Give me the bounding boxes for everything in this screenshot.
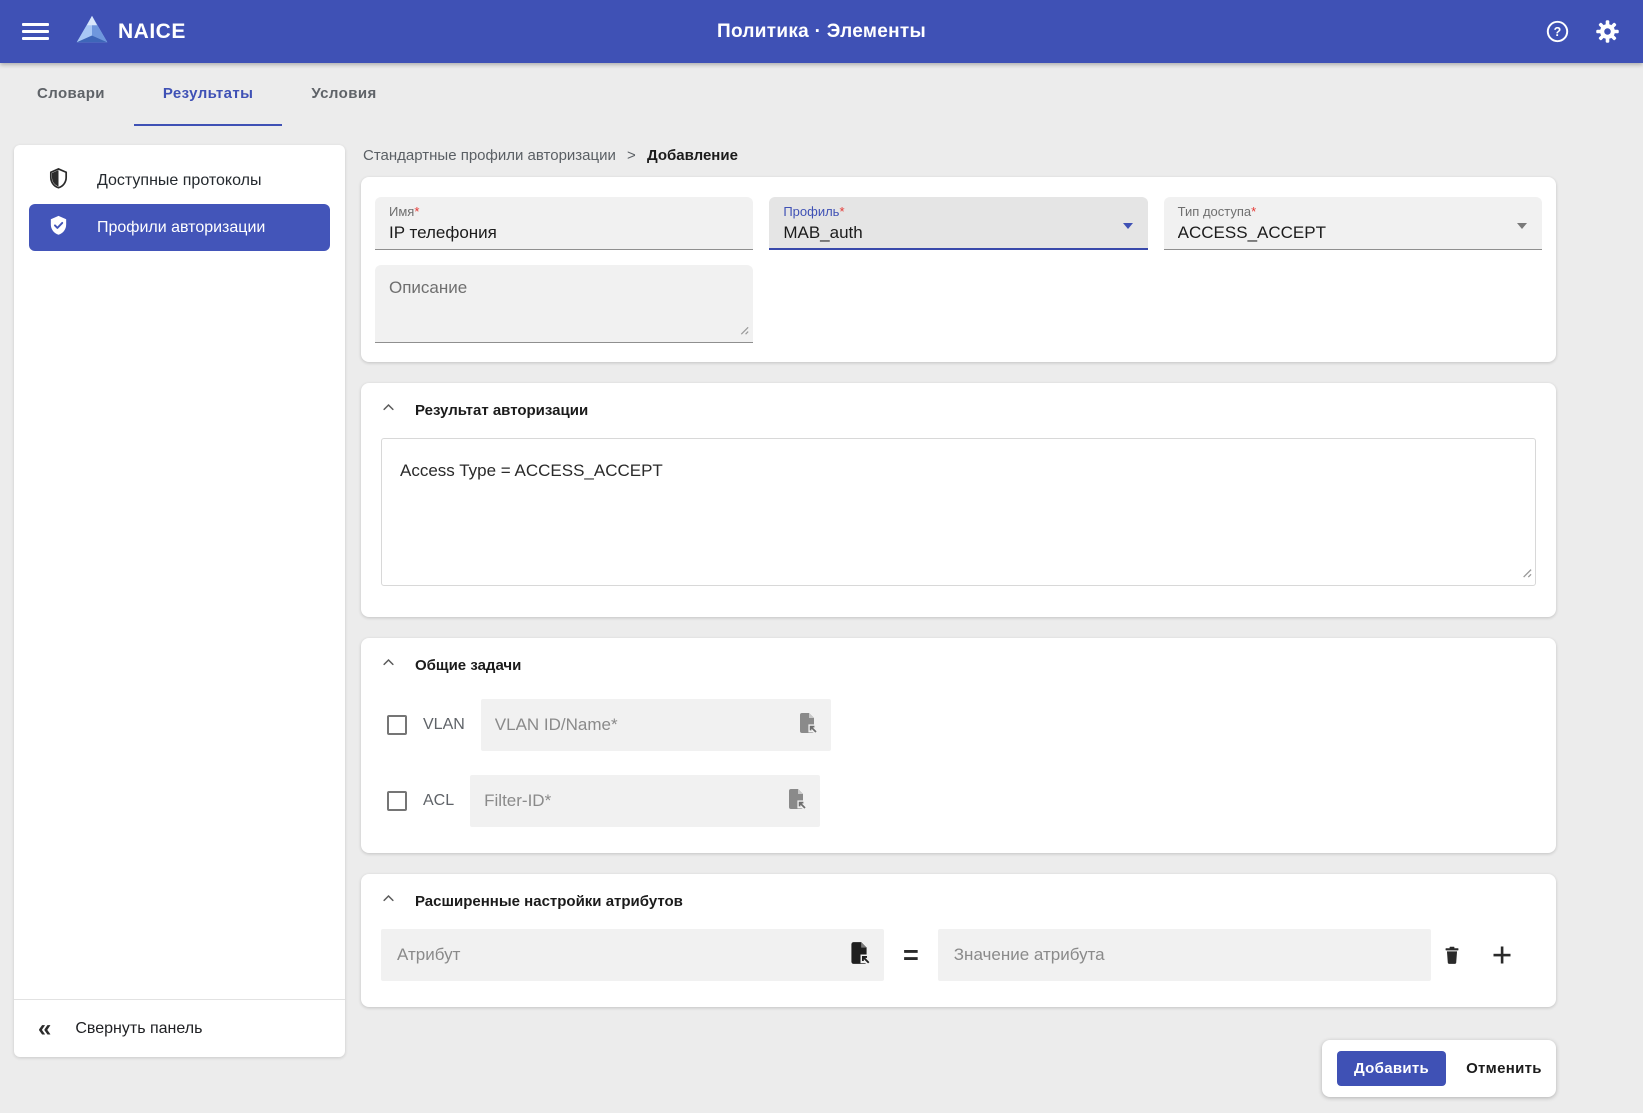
file-import-icon[interactable] [795,711,819,740]
shield-icon [47,167,70,195]
add-attribute-plus-icon[interactable] [1490,943,1514,967]
dropdown-arrow-icon[interactable] [1123,223,1133,229]
advanced-attributes-card: Расширенные настройки атрибутов = [361,874,1556,1007]
svg-text:?: ? [1554,25,1562,39]
help-icon[interactable]: ? [1545,19,1570,44]
profile-field-label: Профиль* [783,204,1133,219]
logo-text: NAICE [118,20,186,44]
common-tasks-card: Общие задачи VLAN [361,638,1556,853]
sidebar-panel: Доступные протоколы Профили авторизации … [14,145,345,1057]
attribute-input[interactable] [397,945,846,965]
attribute-field[interactable] [381,929,884,981]
vlan-id-field[interactable] [481,699,831,751]
add-button[interactable]: Добавить [1337,1051,1446,1086]
sidebar-item-authorization-profiles[interactable]: Профили авторизации [29,204,330,251]
acl-task-row: ACL [387,775,1542,827]
access-type-field-label: Тип доступа* [1178,204,1528,219]
common-tasks-section-header[interactable]: Общие задачи [375,655,1542,675]
acl-checkbox-label: ACL [423,792,454,810]
equals-sign: = [903,940,919,971]
required-mark: * [1251,204,1256,219]
filter-id-field[interactable] [470,775,820,827]
breadcrumb-parent[interactable]: Стандартные профили авторизации [363,147,616,164]
page-title: Политика · Элементы [717,21,926,43]
attribute-value-input[interactable] [954,945,1419,965]
auth-result-section-header[interactable]: Результат авторизации [375,400,1542,420]
menu-icon[interactable] [22,19,49,44]
tab-bar: Словари Результаты Условия [0,63,1643,126]
cancel-button[interactable]: Отменить [1466,1060,1542,1077]
form-actions-card: Добавить Отменить [1322,1040,1556,1097]
sidebar-item-label: Профили авторизации [97,219,265,237]
attribute-row: = [381,929,1536,981]
required-mark: * [414,204,419,219]
description-textarea[interactable] [375,265,753,343]
access-type-select-field[interactable]: Тип доступа* [1164,197,1542,250]
app-bar: NAICE Политика · Элементы ? [0,0,1643,63]
tab-dictionaries[interactable]: Словари [8,63,134,126]
collapse-panel-button[interactable]: « Свернуть панель [14,1000,345,1057]
file-import-icon[interactable] [784,787,808,816]
access-type-select-value[interactable] [1178,223,1493,243]
required-mark: * [839,204,844,219]
advanced-section-title: Расширенные настройки атрибутов [415,893,683,910]
vlan-id-input[interactable] [495,715,795,735]
collapse-panel-label: Свернуть панель [75,1020,202,1038]
chevron-up-icon [381,400,396,420]
advanced-section-header[interactable]: Расширенные настройки атрибутов [375,891,1542,911]
sidebar-item-allowed-protocols[interactable]: Доступные протоколы [29,157,330,204]
tab-conditions[interactable]: Условия [282,63,405,126]
breadcrumb-current: Добавление [647,147,738,164]
double-chevron-left-icon: « [38,1017,51,1041]
chevron-up-icon [381,655,396,675]
breadcrumb: Стандартные профили авторизации > Добавл… [363,147,1556,164]
common-tasks-title: Общие задачи [415,657,521,674]
shield-check-icon [47,214,70,242]
settings-gear-icon[interactable] [1594,18,1621,45]
vlan-checkbox-label: VLAN [423,716,465,734]
name-field[interactable]: Имя* [375,197,753,250]
vlan-checkbox[interactable] [387,715,407,735]
breadcrumb-separator: > [627,147,636,164]
delete-trash-icon[interactable] [1441,944,1463,966]
tab-results[interactable]: Результаты [134,63,282,126]
app-logo: NAICE [75,14,186,50]
auth-result-title: Результат авторизации [415,402,588,419]
profile-form-card: Имя* Профиль* Тип доступа* [361,177,1556,362]
file-import-icon[interactable] [846,940,872,971]
name-input[interactable] [389,223,704,243]
attribute-value-field[interactable] [938,929,1431,981]
auth-result-textarea[interactable]: Access Type = ACCESS_ACCEPT [381,438,1536,586]
auth-result-card: Результат авторизации Access Type = ACCE… [361,383,1556,617]
sidebar-item-label: Доступные протоколы [97,172,261,190]
filter-id-input[interactable] [484,791,784,811]
profile-select-value[interactable] [783,223,1098,243]
dropdown-arrow-icon[interactable] [1517,223,1527,229]
logo-triangle-icon [75,14,109,50]
name-field-label: Имя* [389,204,739,219]
profile-select-field[interactable]: Профиль* [769,197,1147,250]
chevron-up-icon [381,891,396,911]
vlan-task-row: VLAN [387,699,1542,751]
acl-checkbox[interactable] [387,791,407,811]
